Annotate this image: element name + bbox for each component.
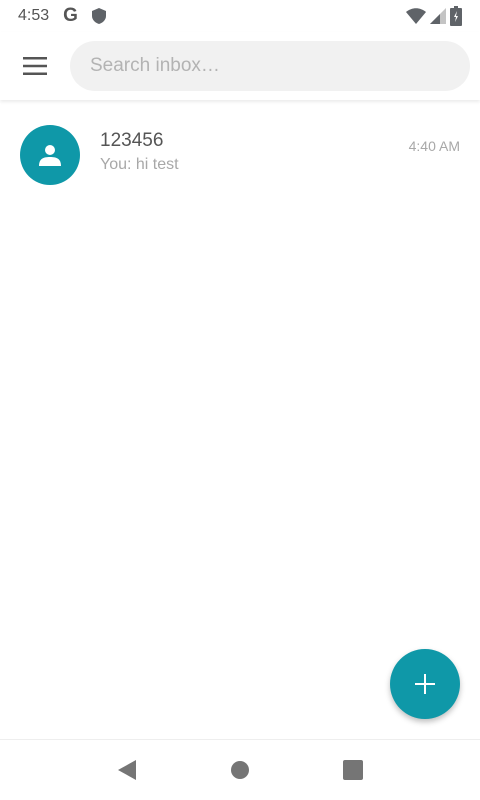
search-box[interactable] bbox=[70, 41, 470, 91]
back-button[interactable] bbox=[107, 750, 147, 790]
compose-button[interactable] bbox=[390, 649, 460, 719]
person-icon bbox=[39, 145, 61, 166]
conversation-time: 4:40 AM bbox=[408, 138, 460, 154]
cell-signal-icon bbox=[430, 8, 446, 24]
home-button[interactable] bbox=[220, 750, 260, 790]
conversation-name: 123456 bbox=[100, 130, 164, 151]
search-input[interactable] bbox=[90, 55, 450, 77]
conversation-item[interactable]: 123456 You: hi test 4:40 AM bbox=[0, 110, 480, 200]
menu-icon bbox=[23, 57, 47, 75]
status-bar: 4:53 G bbox=[0, 0, 480, 32]
avatar[interactable] bbox=[20, 125, 80, 185]
google-icon: G bbox=[63, 5, 78, 26]
conversation-snippet: You: hi test bbox=[100, 156, 179, 173]
screen: 4:53 G Search inbox… 123456 You: hi test… bbox=[0, 0, 480, 800]
wifi-icon bbox=[406, 8, 426, 24]
plus-icon bbox=[415, 674, 435, 694]
status-left: 4:53 G bbox=[18, 5, 106, 27]
status-right bbox=[406, 6, 462, 26]
menu-button[interactable] bbox=[0, 32, 70, 100]
home-icon bbox=[230, 761, 249, 779]
toolbar bbox=[0, 32, 480, 100]
battery-icon bbox=[450, 6, 462, 26]
status-time: 4:53 bbox=[18, 7, 50, 24]
conversation-text: 123456 You: hi test bbox=[100, 130, 179, 174]
recents-button[interactable] bbox=[333, 750, 373, 790]
navigation-bar bbox=[0, 739, 480, 800]
conversation-list: 123456 You: hi test 4:40 AM bbox=[0, 110, 480, 200]
recents-icon bbox=[343, 760, 364, 780]
shield-icon bbox=[91, 8, 106, 24]
back-icon bbox=[117, 760, 136, 780]
